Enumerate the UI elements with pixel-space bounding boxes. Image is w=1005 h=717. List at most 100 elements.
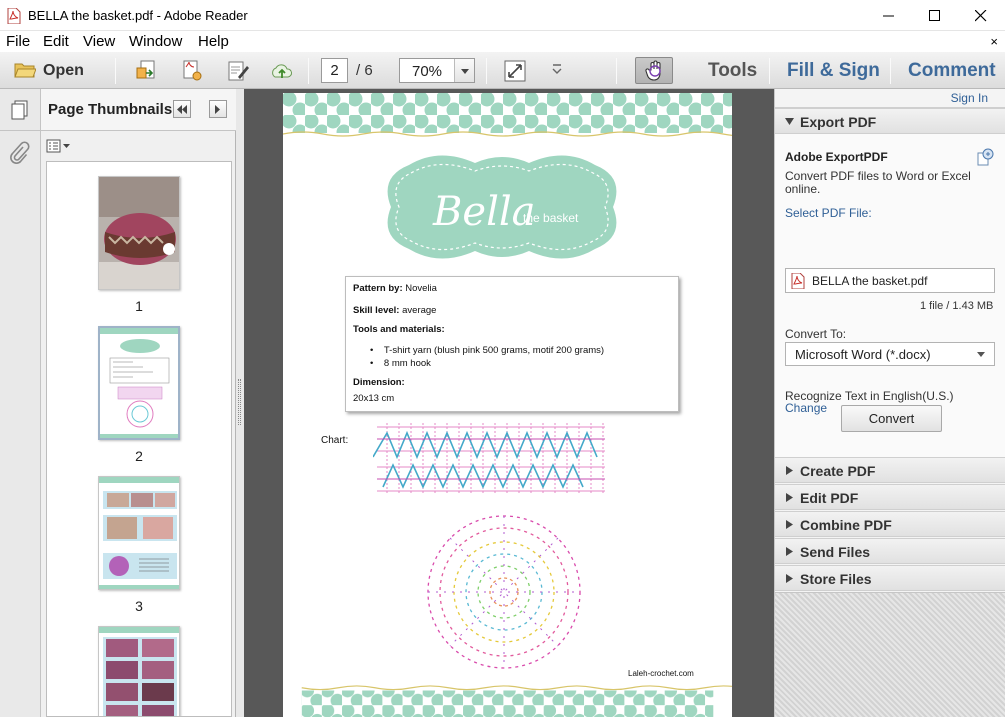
create-pdf-label: Create PDF <box>800 463 876 479</box>
thumbnail-page-2[interactable] <box>98 326 180 440</box>
toolbar-divider <box>769 58 770 84</box>
selected-file-name: BELLA the basket.pdf <box>812 274 928 288</box>
store-files-header[interactable]: Store Files <box>775 565 1005 591</box>
dimension-value: 20x13 cm <box>353 393 395 404</box>
open-label: Open <box>43 62 84 79</box>
maximize-icon <box>929 10 940 21</box>
hand-tool-button[interactable] <box>635 57 673 84</box>
expand-panel-button[interactable] <box>209 100 227 118</box>
store-files-label: Store Files <box>800 571 872 587</box>
thumbnail-label: 3 <box>135 598 143 614</box>
create-pdf-header[interactable]: Create PDF <box>775 457 1005 483</box>
panel-splitter[interactable] <box>236 89 244 717</box>
navigation-strip <box>0 89 41 717</box>
thumbnail-page-3[interactable] <box>98 476 180 590</box>
menu-bar: File Edit View Window Help × <box>0 31 1005 52</box>
combine-pdf-header[interactable]: Combine PDF <box>775 511 1005 537</box>
triangle-right-icon <box>786 466 793 475</box>
website-credit: Laleh-crochet.com <box>628 669 694 678</box>
photo-grid-thumbnail <box>99 627 179 716</box>
export-description-line-2: online. <box>785 182 821 196</box>
toolbar-divider <box>308 58 309 84</box>
sign-in-link[interactable]: Sign In <box>951 91 988 105</box>
menu-view[interactable]: View <box>83 33 115 50</box>
close-document-button[interactable]: × <box>990 34 998 49</box>
triangle-right-icon <box>786 574 793 583</box>
zoom-select[interactable]: 70% <box>399 58 475 83</box>
selected-file-field[interactable]: BELLA the basket.pdf <box>785 268 995 293</box>
maximize-button[interactable] <box>912 0 958 31</box>
menu-help[interactable]: Help <box>198 33 229 50</box>
thumbnail-page-1[interactable] <box>98 176 180 290</box>
triangle-right-icon <box>786 547 793 556</box>
zoom-dropdown-button[interactable] <box>454 59 474 82</box>
more-tools-icon[interactable] <box>545 59 569 83</box>
thumbnails-panel: Page Thumbnails 1 2 3 <box>41 89 236 717</box>
open-button[interactable]: Open <box>10 57 90 84</box>
toolbar-divider <box>616 58 617 84</box>
toolbar-divider <box>115 58 116 84</box>
fill-sign-tab[interactable]: Fill & Sign <box>787 60 880 82</box>
export-pdf-label: Export PDF <box>800 114 877 130</box>
crochet-chart-circle <box>427 515 581 669</box>
pattern-title: Bella <box>433 189 536 235</box>
thumbnail-label: 2 <box>135 448 143 464</box>
pattern-subtitle: the basket <box>523 211 579 225</box>
edit-pdf-header[interactable]: Edit PDF <box>775 484 1005 510</box>
file-info: 1 file / 1.43 MB <box>920 300 994 312</box>
triangle-right-icon <box>786 520 793 529</box>
chevron-right-icon <box>215 105 220 114</box>
export-pdf-title: Adobe ExportPDF <box>785 150 888 164</box>
document-viewer[interactable]: Bella the basket Pattern by: Novelia Ski… <box>244 89 774 717</box>
pdf-page: Bella the basket Pattern by: Novelia Ski… <box>283 93 732 717</box>
minimize-icon <box>883 15 894 17</box>
thumbnails-header: Page Thumbnails <box>41 89 236 131</box>
triangle-right-icon <box>786 493 793 502</box>
empty-pane-area <box>775 592 1005 717</box>
combine-pdf-label: Combine PDF <box>800 517 892 533</box>
close-button[interactable] <box>958 0 1004 31</box>
thumbnail-options-icon[interactable] <box>46 139 72 153</box>
convert-to-label: Convert To: <box>785 327 847 341</box>
thumbnail-page-4[interactable] <box>98 626 180 716</box>
polka-dot-band-bottom <box>283 685 732 717</box>
select-file-label: Select PDF File: <box>785 206 872 220</box>
export-pdf-panel: Adobe ExportPDF Convert PDF files to Wor… <box>775 134 1005 457</box>
convert-button[interactable]: Convert <box>841 405 942 432</box>
export-service-icon[interactable] <box>976 148 994 166</box>
folder-icon <box>14 63 36 78</box>
skill-level-label: Skill level: <box>353 305 400 316</box>
page-number-input[interactable]: 2 <box>321 58 348 83</box>
page-thumbnails-nav-button[interactable] <box>0 89 41 131</box>
export-description-line-1: Convert PDF files to Word or Excel <box>785 169 971 183</box>
material-item: • T-shirt yarn (blush pink 500 grams, mo… <box>370 345 605 356</box>
photo-steps-thumbnail <box>99 477 179 589</box>
fit-page-icon[interactable] <box>503 59 527 83</box>
dimension-label: Dimension: <box>353 377 405 388</box>
send-files-header[interactable]: Send Files <box>775 538 1005 564</box>
paperclip-icon[interactable] <box>8 141 30 165</box>
convert-format-select[interactable]: Microsoft Word (*.docx) <box>785 342 995 366</box>
material-item: • 8 mm hook <box>370 358 431 369</box>
menu-window[interactable]: Window <box>129 33 182 50</box>
skill-level-value: average <box>402 305 437 316</box>
comment-tab[interactable]: Comment <box>908 60 996 82</box>
minimize-button[interactable] <box>866 0 912 31</box>
sign-document-icon[interactable] <box>226 59 250 83</box>
menu-file[interactable]: File <box>6 33 30 50</box>
crochet-chart-rows <box>373 423 605 495</box>
pattern-by-value: Novelia <box>405 283 437 294</box>
create-pdf-icon[interactable] <box>135 59 159 83</box>
change-language-link[interactable]: Change <box>785 401 827 415</box>
share-pdf-icon[interactable] <box>180 59 204 83</box>
tools-tab[interactable]: Tools <box>708 60 757 82</box>
export-pdf-header[interactable]: Export PDF <box>775 108 1005 134</box>
close-icon <box>975 10 987 22</box>
menu-edit[interactable]: Edit <box>43 33 69 50</box>
pattern-page-thumbnail <box>100 328 178 438</box>
polka-dot-band-top <box>283 93 732 137</box>
upload-cloud-icon[interactable] <box>270 59 294 83</box>
collapse-panel-button[interactable] <box>173 100 191 118</box>
thumbnails-list: 1 2 3 <box>46 161 232 717</box>
pattern-by-label: Pattern by: <box>353 283 403 294</box>
